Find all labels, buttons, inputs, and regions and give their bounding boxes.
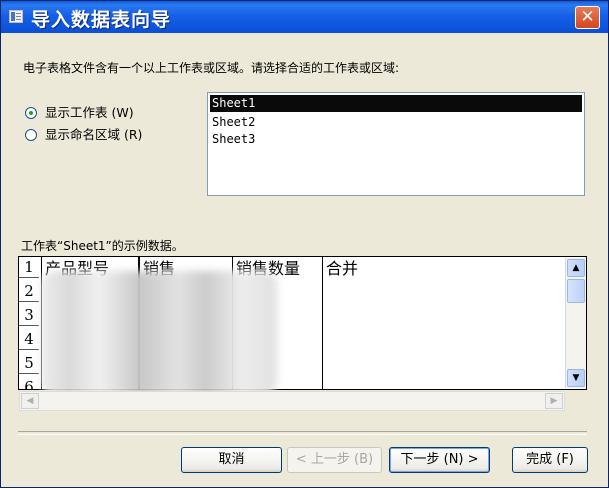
next-button[interactable]: 下一步 (N) > (389, 447, 490, 473)
close-button[interactable]: ✕ (575, 6, 600, 29)
window-title: 导入数据表向导 (31, 9, 172, 31)
datasheet-icon (9, 10, 23, 23)
vertical-scrollbar[interactable]: ▲ ▼ (565, 258, 586, 388)
radio-unselected-icon[interactable] (25, 129, 37, 141)
title-bar[interactable]: 导入数据表向导 ✕ (1, 1, 608, 33)
row-number-column: 1 2 3 4 5 6 (19, 257, 42, 389)
radio-selected-icon[interactable] (25, 107, 37, 119)
show-named-ranges-label: 显示命名区域 (R) (45, 127, 143, 142)
show-worksheets-label: 显示工作表 (W) (45, 105, 134, 120)
sample-data-label: 工作表“Sheet1”的示例数据。 (21, 239, 184, 253)
row-number: 5 (19, 353, 39, 374)
scroll-right-icon[interactable]: ▶ (545, 393, 563, 409)
column-header-merge[interactable]: 合并 (323, 257, 566, 389)
back-button[interactable]: < 上一步 (B) (287, 447, 382, 473)
sheet-list[interactable]: Sheet1 Sheet2 Sheet3 (207, 92, 585, 196)
row-number: 1 (19, 257, 39, 278)
redacted-blur-region (41, 271, 277, 395)
divider (18, 431, 587, 435)
horizontal-scrollbar[interactable]: ◀ ▶ (19, 391, 565, 411)
finish-button[interactable]: 完成 (F) (512, 447, 588, 473)
cancel-button[interactable]: 取消 (181, 447, 282, 473)
sheet-item-sheet3[interactable]: Sheet3 (208, 131, 584, 148)
sheet-item-sheet2[interactable]: Sheet2 (208, 114, 584, 131)
import-wizard-window: 导入数据表向导 ✕ 电子表格文件含有一个以上工作表或区域。请选择合适的工作表或区… (0, 0, 609, 488)
row-number: 3 (19, 305, 39, 326)
scroll-thumb[interactable] (567, 279, 585, 303)
column-label: 合并 (326, 259, 359, 278)
sheet-item-sheet1[interactable]: Sheet1 (210, 95, 582, 112)
show-named-ranges-option[interactable]: 显示命名区域 (R) (25, 124, 142, 143)
scroll-down-icon[interactable]: ▼ (567, 369, 585, 387)
row-number: 4 (19, 329, 39, 350)
show-worksheets-option[interactable]: 显示工作表 (W) (25, 102, 134, 121)
instructions-text: 电子表格文件含有一个以上工作表或区域。请选择合适的工作表或区域: (23, 61, 400, 75)
row-number: 2 (19, 281, 39, 302)
row-number: 6 (19, 377, 39, 389)
scroll-left-icon[interactable]: ◀ (21, 393, 39, 409)
scroll-up-icon[interactable]: ▲ (567, 259, 585, 277)
